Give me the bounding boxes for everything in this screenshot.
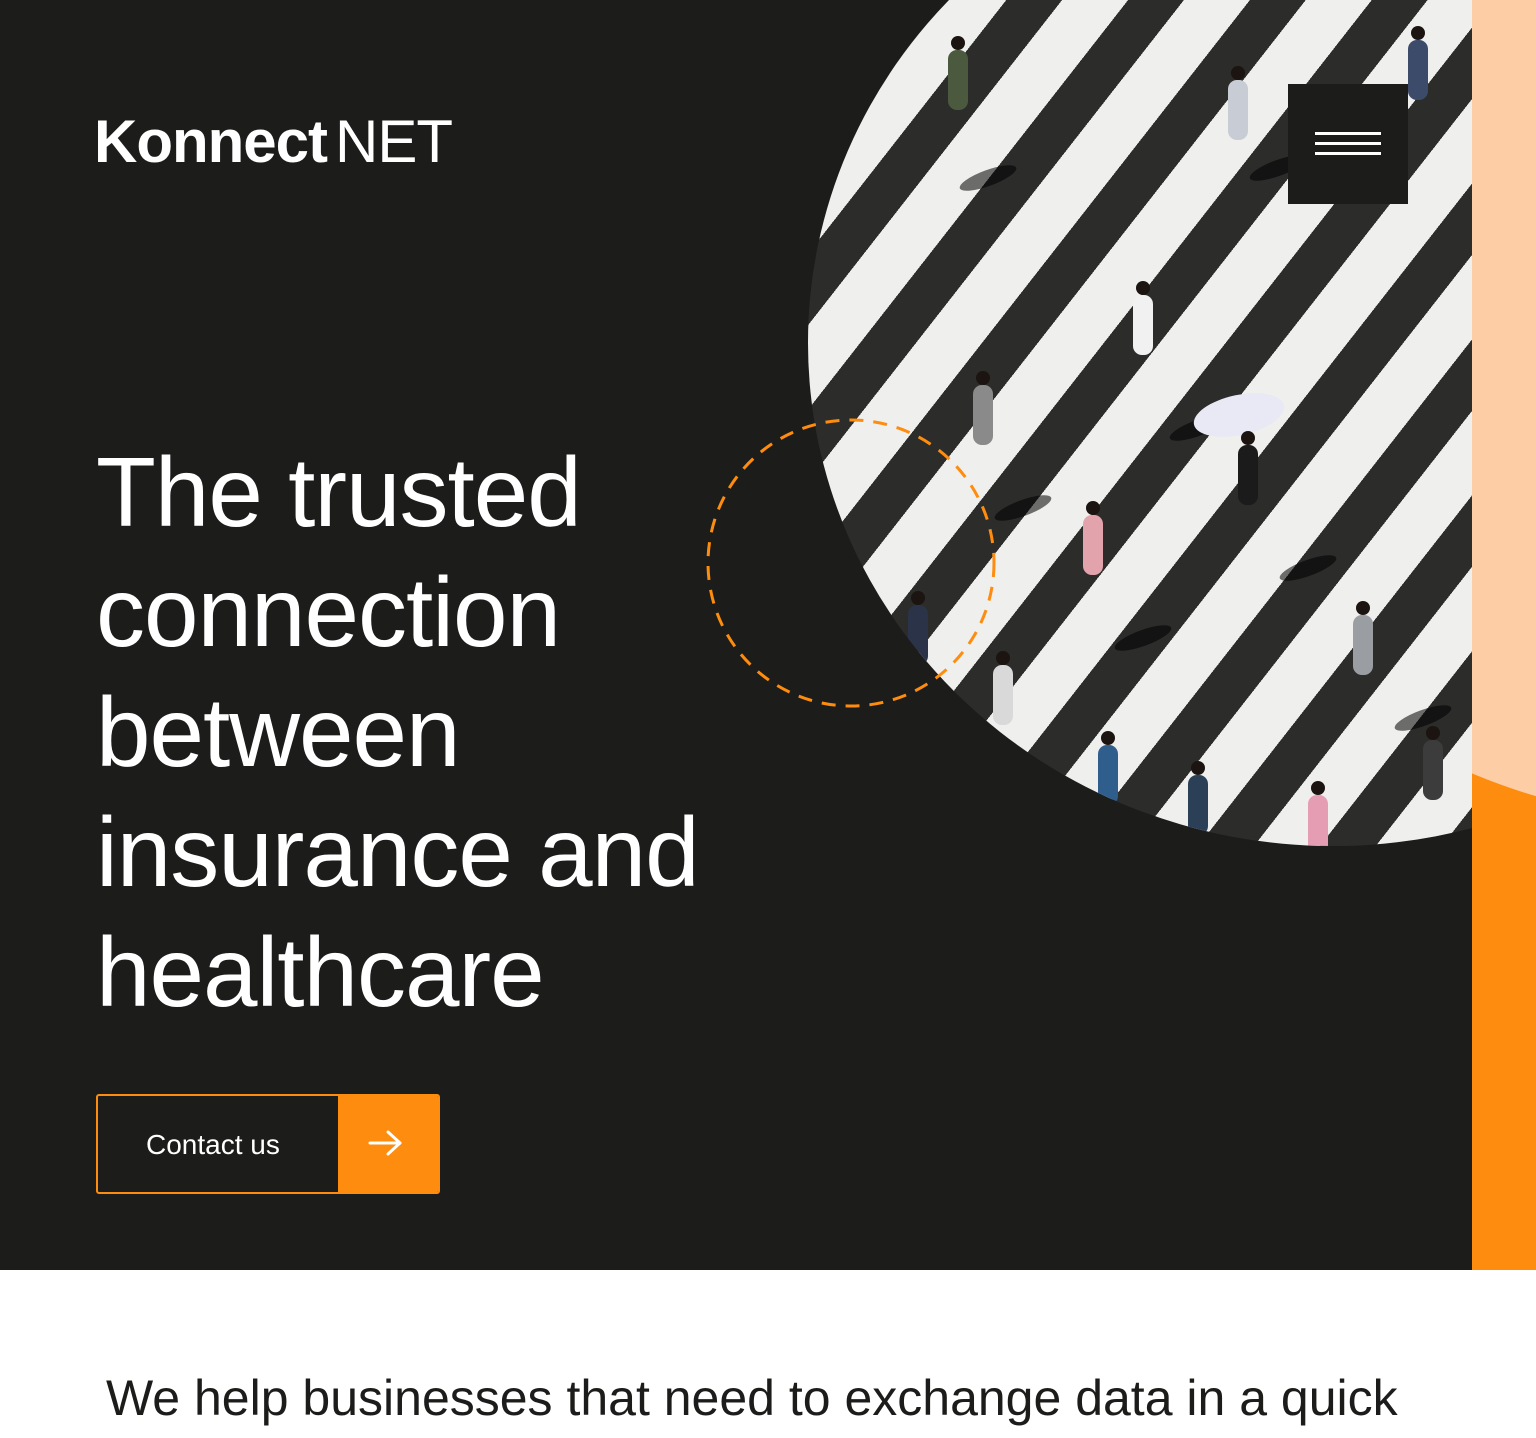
brand-logo-bold: Konnect — [94, 108, 328, 175]
pedestrian — [1353, 601, 1373, 675]
pedestrian — [993, 651, 1013, 725]
hero-headline: The trusted connection between insurance… — [96, 437, 700, 1027]
pedestrian — [1238, 431, 1258, 505]
pedestrian — [1133, 281, 1153, 355]
pedestrian — [1083, 501, 1103, 575]
brand-logo[interactable]: Konnect NET — [94, 108, 453, 176]
pedestrian — [1228, 66, 1248, 140]
pedestrian — [1408, 26, 1428, 100]
pedestrian — [1098, 731, 1118, 805]
pedestrian — [948, 36, 968, 110]
decorative-side-strip — [1472, 0, 1536, 1270]
hamburger-menu-icon — [1315, 132, 1381, 135]
pedestrian — [1308, 781, 1328, 846]
pedestrian — [1188, 761, 1208, 835]
pedestrian — [1423, 726, 1443, 800]
brand-logo-thin: NET — [335, 108, 453, 175]
arrow-right-icon — [368, 1130, 402, 1156]
contact-us-button[interactable]: Contact us — [96, 1094, 440, 1194]
contact-arrow-box — [338, 1096, 438, 1192]
hero-section: Konnect NET The trusted connection betwee… — [0, 0, 1536, 1270]
contact-us-label: Contact us — [146, 1129, 280, 1160]
hamburger-menu-button[interactable] — [1288, 84, 1408, 204]
intro-text: We help businesses that need to exchange… — [106, 1370, 1398, 1426]
decorative-peach-arc — [1472, 0, 1536, 820]
